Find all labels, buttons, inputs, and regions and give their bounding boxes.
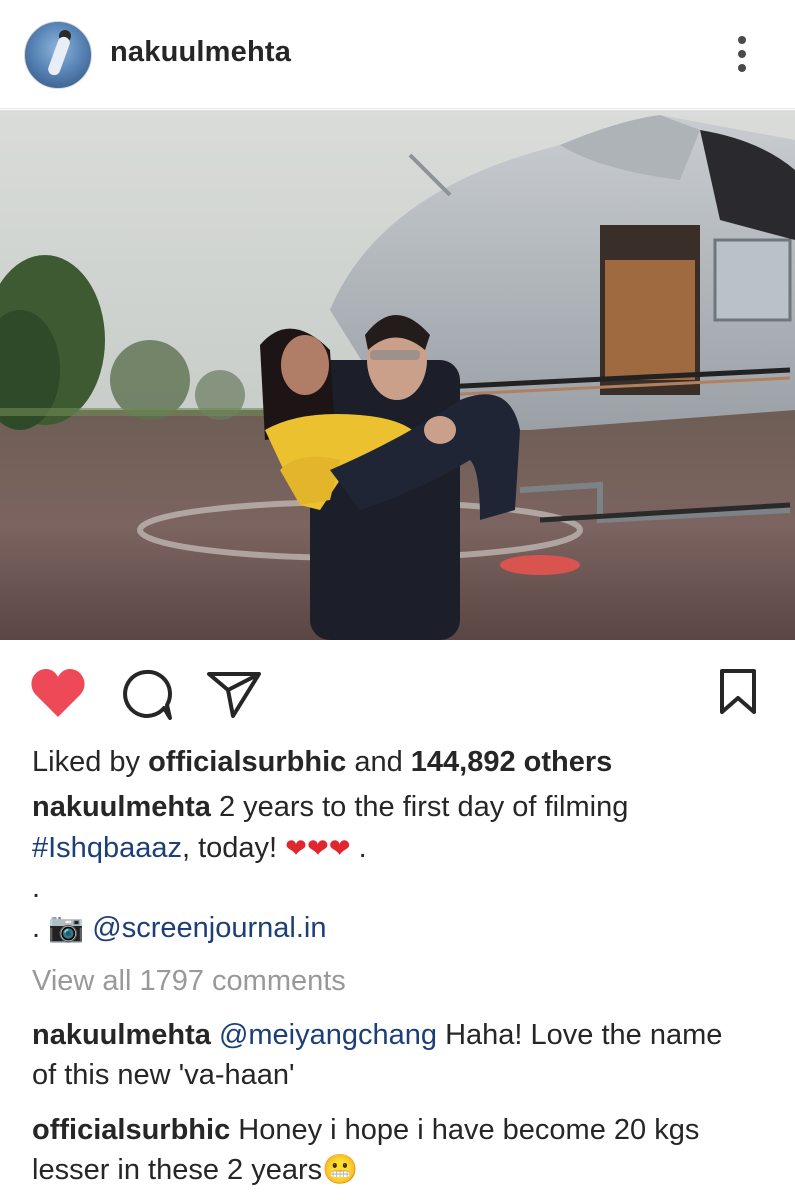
post-header: nakuulmehta bbox=[0, 0, 795, 109]
more-vertical-icon[interactable] bbox=[726, 32, 758, 76]
heart-emoji-icon: ❤ bbox=[306, 833, 329, 863]
comment-item-continued: of this new 'va-haan' bbox=[32, 1055, 295, 1095]
action-row bbox=[0, 640, 795, 740]
comment-item: officialsurbhic Honey i hope i have beco… bbox=[32, 1110, 699, 1150]
caption-text-rest: , today! bbox=[181, 832, 278, 864]
heart-emoji-icon: ❤ bbox=[328, 833, 351, 863]
comment-author[interactable]: nakuulmehta bbox=[32, 1019, 211, 1051]
liker-username[interactable]: officialsurbhic bbox=[148, 746, 346, 778]
likes-count[interactable]: 144,892 others bbox=[411, 746, 613, 778]
post-username[interactable]: nakuulmehta bbox=[110, 36, 291, 69]
comment-author[interactable]: officialsurbhic bbox=[32, 1114, 230, 1146]
caption-dot: . bbox=[32, 912, 41, 944]
comment-icon[interactable] bbox=[120, 668, 174, 722]
likes-line: Liked by officialsurbhic and 144,892 oth… bbox=[32, 742, 612, 782]
heart-emoji-icon: ❤ bbox=[285, 833, 307, 863]
caption-line-4: . 📷 @screenjournal.in bbox=[32, 908, 326, 948]
caption-dot: . bbox=[32, 872, 41, 904]
caption-line-1: nakuulmehta 2 years to the first day of … bbox=[32, 787, 628, 827]
caption-author[interactable]: nakuulmehta bbox=[32, 791, 211, 823]
caption-dot: . bbox=[358, 832, 367, 864]
comment-text: Haha! Love the name bbox=[445, 1019, 723, 1051]
avatar[interactable] bbox=[24, 21, 92, 89]
send-icon[interactable] bbox=[206, 670, 262, 720]
comment-text: lesser in these 2 years bbox=[32, 1154, 323, 1186]
grimace-emoji-icon: 😬 bbox=[322, 1154, 359, 1186]
post-photo-illustration bbox=[0, 110, 795, 640]
caption-line-2: #Ishqbaaaz, today! ❤❤❤ . bbox=[32, 828, 367, 868]
caption-line-3: . bbox=[32, 868, 40, 908]
view-all-comments-link[interactable]: View all 1797 comments bbox=[32, 961, 346, 1001]
comment-text: of this new 'va-haan' bbox=[32, 1059, 295, 1091]
comment-text: Honey i hope i have become 20 kgs bbox=[238, 1114, 700, 1146]
avatar-figure bbox=[46, 35, 72, 77]
camera-icon: 📷 bbox=[48, 912, 85, 944]
comment-item: nakuulmehta @meiyangchang Haha! Love the… bbox=[32, 1015, 722, 1055]
post-photo[interactable] bbox=[0, 110, 795, 640]
caption-text: 2 years to the first day of filming bbox=[218, 791, 629, 823]
caption-hashtag[interactable]: #Ishqbaaaz bbox=[32, 832, 182, 864]
bookmark-icon[interactable] bbox=[718, 668, 758, 716]
credit-mention[interactable]: @screenjournal.in bbox=[92, 912, 326, 944]
comment-item-continued: lesser in these 2 years😬 bbox=[32, 1150, 358, 1190]
comment-mention[interactable]: @meiyangchang bbox=[219, 1019, 437, 1051]
likes-joiner: and bbox=[354, 746, 403, 778]
likes-prefix: Liked by bbox=[32, 746, 141, 778]
heart-icon[interactable] bbox=[30, 667, 86, 719]
